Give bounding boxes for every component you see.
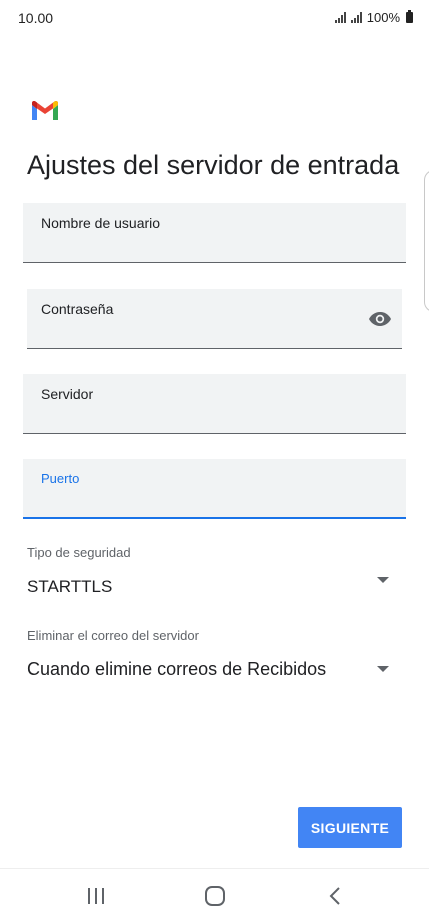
- signal-icon: [350, 12, 363, 23]
- home-icon[interactable]: [203, 885, 227, 907]
- server-label: Servidor: [41, 386, 94, 402]
- server-field[interactable]: Servidor: [23, 374, 406, 434]
- username-field[interactable]: Nombre de usuario: [23, 203, 406, 263]
- recent-apps-icon[interactable]: [84, 885, 108, 907]
- battery-text: 100%: [366, 10, 400, 25]
- delete-mail-dropdown[interactable]: Cuando elimine correos de Recibidos: [23, 652, 406, 688]
- next-button[interactable]: SIGUIENTE: [298, 807, 402, 848]
- battery-icon: [406, 10, 413, 23]
- edge-panel-handle[interactable]: [424, 170, 429, 312]
- username-label: Nombre de usuario: [41, 215, 161, 231]
- password-field[interactable]: Contraseña: [27, 289, 402, 349]
- port-label: Puerto: [41, 471, 80, 486]
- dropdown-arrow-icon: [377, 666, 389, 672]
- status-indicators: 100%: [334, 10, 413, 25]
- dropdown-arrow-icon: [377, 577, 389, 583]
- status-time: 10.00: [18, 10, 54, 26]
- gmail-logo-icon: [32, 101, 58, 120]
- show-password-eye-icon[interactable]: [368, 307, 392, 331]
- security-type-dropdown[interactable]: STARTTLS: [23, 568, 406, 604]
- page-title: Ajustes del servidor de entrada: [27, 150, 400, 180]
- navigation-bar: [0, 868, 429, 923]
- signal-icon: [334, 12, 347, 23]
- status-bar: 10.00 100%: [0, 0, 429, 36]
- delete-mail-value: Cuando elimine correos de Recibidos: [27, 659, 327, 679]
- delete-mail-label: Eliminar el correo del servidor: [27, 628, 199, 643]
- security-type-label: Tipo de seguridad: [27, 545, 131, 560]
- password-label: Contraseña: [41, 301, 114, 317]
- security-type-value: STARTTLS: [27, 577, 113, 596]
- port-field[interactable]: Puerto: [23, 459, 406, 519]
- back-icon[interactable]: [324, 885, 348, 907]
